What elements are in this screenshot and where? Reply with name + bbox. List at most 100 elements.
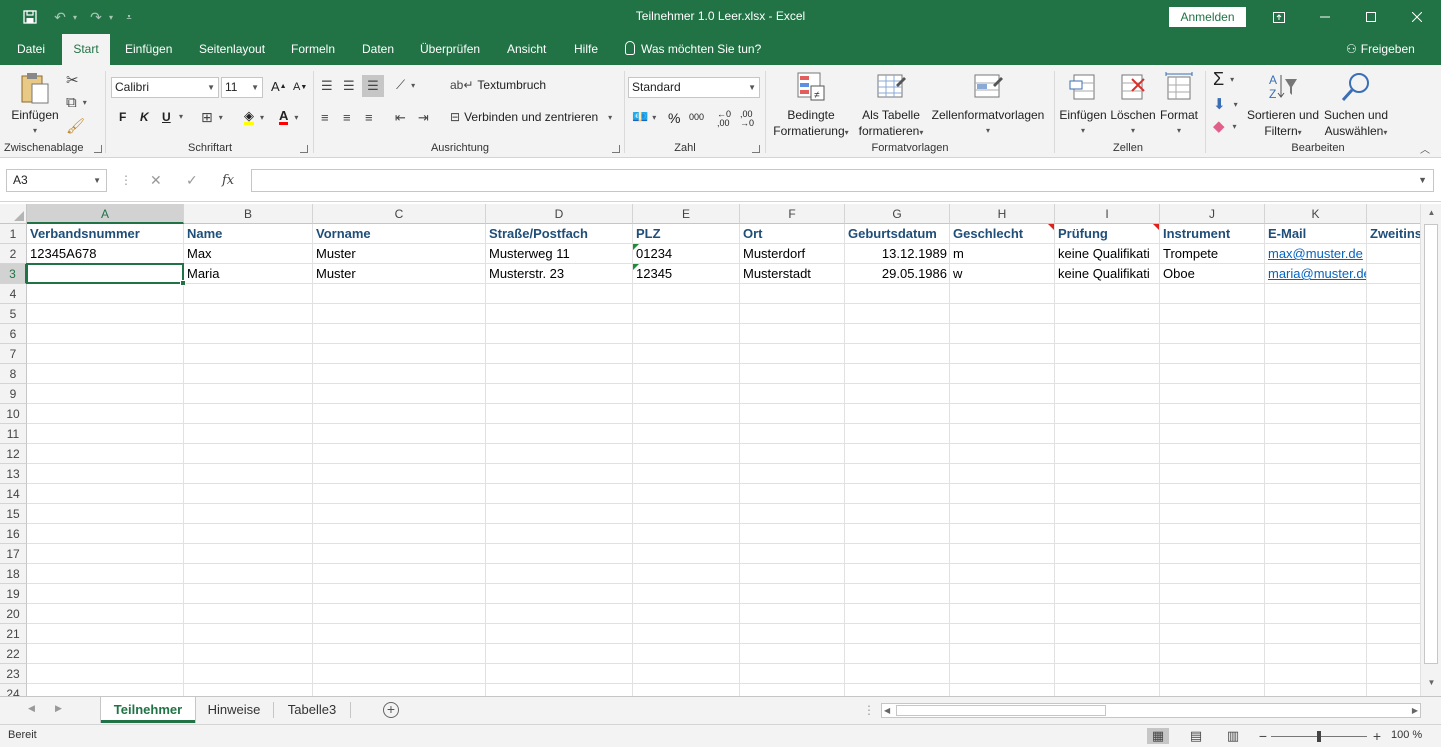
empty-cell[interactable]: [1055, 544, 1160, 564]
cut-icon[interactable]: ✂: [66, 71, 79, 89]
empty-cell[interactable]: [313, 464, 486, 484]
empty-cell[interactable]: [950, 624, 1055, 644]
empty-cell[interactable]: [486, 544, 633, 564]
empty-cell[interactable]: [27, 344, 184, 364]
align-middle-icon[interactable]: ☰: [343, 78, 355, 94]
empty-cell[interactable]: [950, 304, 1055, 324]
undo-icon[interactable]: ↶: [50, 8, 70, 26]
row-header-13[interactable]: 13: [0, 464, 27, 484]
row-header-7[interactable]: 7: [0, 344, 27, 364]
header-cell[interactable]: Instrument: [1160, 224, 1265, 244]
ribbon-display-icon[interactable]: [1256, 0, 1302, 34]
empty-cell[interactable]: [633, 624, 740, 644]
empty-cell[interactable]: [184, 424, 313, 444]
empty-cell[interactable]: [184, 304, 313, 324]
tab-formeln[interactable]: Formeln: [291, 34, 335, 65]
empty-cell[interactable]: [486, 584, 633, 604]
cancel-entry-icon[interactable]: ✕: [150, 169, 162, 192]
empty-cell[interactable]: [740, 284, 845, 304]
empty-cell[interactable]: [950, 384, 1055, 404]
delete-cells-button[interactable]: Löschen ▾: [1108, 71, 1158, 139]
empty-cell[interactable]: [184, 284, 313, 304]
close-icon[interactable]: [1394, 0, 1440, 34]
empty-cell[interactable]: [845, 544, 950, 564]
tab-splitter-icon[interactable]: ⋮: [863, 703, 875, 717]
empty-cell[interactable]: [486, 284, 633, 304]
italic-button[interactable]: K: [140, 110, 149, 124]
empty-cell[interactable]: [1160, 484, 1265, 504]
empty-cell[interactable]: [313, 624, 486, 644]
empty-cell[interactable]: [633, 524, 740, 544]
column-header-f[interactable]: F: [740, 204, 845, 224]
empty-cell[interactable]: [1160, 624, 1265, 644]
data-cell[interactable]: keine Qualifikati: [1055, 244, 1160, 264]
row-header-19[interactable]: 19: [0, 584, 27, 604]
data-cell[interactable]: Oboe: [1160, 264, 1265, 284]
empty-cell[interactable]: [1055, 384, 1160, 404]
empty-cell[interactable]: [486, 624, 633, 644]
empty-cell[interactable]: [27, 424, 184, 444]
data-cell[interactable]: Maria: [184, 264, 313, 284]
empty-cell[interactable]: [950, 324, 1055, 344]
empty-cell[interactable]: [950, 644, 1055, 664]
select-all-corner[interactable]: [0, 204, 27, 224]
data-cell[interactable]: max@muster.de: [1265, 244, 1367, 264]
empty-cell[interactable]: [845, 464, 950, 484]
empty-cell[interactable]: [633, 584, 740, 604]
data-cell[interactable]: m: [950, 244, 1055, 264]
empty-cell[interactable]: [1055, 284, 1160, 304]
empty-cell[interactable]: [1367, 504, 1420, 524]
header-cell[interactable]: Name: [184, 224, 313, 244]
empty-cell[interactable]: [633, 504, 740, 524]
empty-cell[interactable]: [27, 644, 184, 664]
empty-cell[interactable]: [633, 644, 740, 664]
data-cell[interactable]: Max: [184, 244, 313, 264]
data-cell[interactable]: Musterstr. 23: [486, 264, 633, 284]
sheet-tab-hinweise[interactable]: Hinweise: [197, 697, 271, 723]
empty-cell[interactable]: [950, 504, 1055, 524]
empty-cell[interactable]: [27, 524, 184, 544]
vertical-scrollbar[interactable]: ▲ ▼: [1420, 204, 1441, 696]
empty-cell[interactable]: [184, 464, 313, 484]
fill-color-icon[interactable]: ◈ ▾: [244, 109, 264, 125]
header-cell[interactable]: PLZ: [633, 224, 740, 244]
align-bottom-icon[interactable]: ☰: [362, 75, 384, 97]
empty-cell[interactable]: [633, 484, 740, 504]
empty-cell[interactable]: [740, 484, 845, 504]
empty-cell[interactable]: [184, 604, 313, 624]
empty-cell[interactable]: [950, 364, 1055, 384]
empty-cell[interactable]: [1055, 524, 1160, 544]
formula-bar-handle-icon[interactable]: ⋮: [120, 169, 132, 192]
empty-cell[interactable]: [184, 644, 313, 664]
row-header-9[interactable]: 9: [0, 384, 27, 404]
customize-toolbar-icon[interactable]: ⩡: [122, 8, 136, 26]
empty-cell[interactable]: [740, 464, 845, 484]
empty-cell[interactable]: [313, 564, 486, 584]
empty-cell[interactable]: [1055, 664, 1160, 684]
empty-cell[interactable]: [184, 624, 313, 644]
empty-cell[interactable]: [633, 384, 740, 404]
align-right-icon[interactable]: ≡: [365, 110, 373, 125]
empty-cell[interactable]: [633, 324, 740, 344]
row-header-23[interactable]: 23: [0, 664, 27, 684]
empty-cell[interactable]: [950, 344, 1055, 364]
empty-cell[interactable]: [184, 684, 313, 696]
empty-cell[interactable]: [184, 504, 313, 524]
empty-cell[interactable]: [1265, 384, 1367, 404]
empty-cell[interactable]: [27, 564, 184, 584]
increase-decimal-icon[interactable]: ←0,00: [717, 110, 731, 128]
empty-cell[interactable]: [1055, 304, 1160, 324]
zoom-slider[interactable]: [1271, 731, 1367, 742]
empty-cell[interactable]: [486, 604, 633, 624]
empty-cell[interactable]: [740, 344, 845, 364]
vertical-scroll-thumb[interactable]: [1424, 224, 1438, 664]
empty-cell[interactable]: [1160, 564, 1265, 584]
empty-cell[interactable]: [1055, 404, 1160, 424]
empty-cell[interactable]: [184, 584, 313, 604]
empty-cell[interactable]: [1055, 344, 1160, 364]
font-name-combo[interactable]: Calibri ▼: [111, 77, 219, 98]
empty-cell[interactable]: [740, 324, 845, 344]
empty-cell[interactable]: [845, 304, 950, 324]
empty-cell[interactable]: [845, 564, 950, 584]
empty-cell[interactable]: [486, 324, 633, 344]
